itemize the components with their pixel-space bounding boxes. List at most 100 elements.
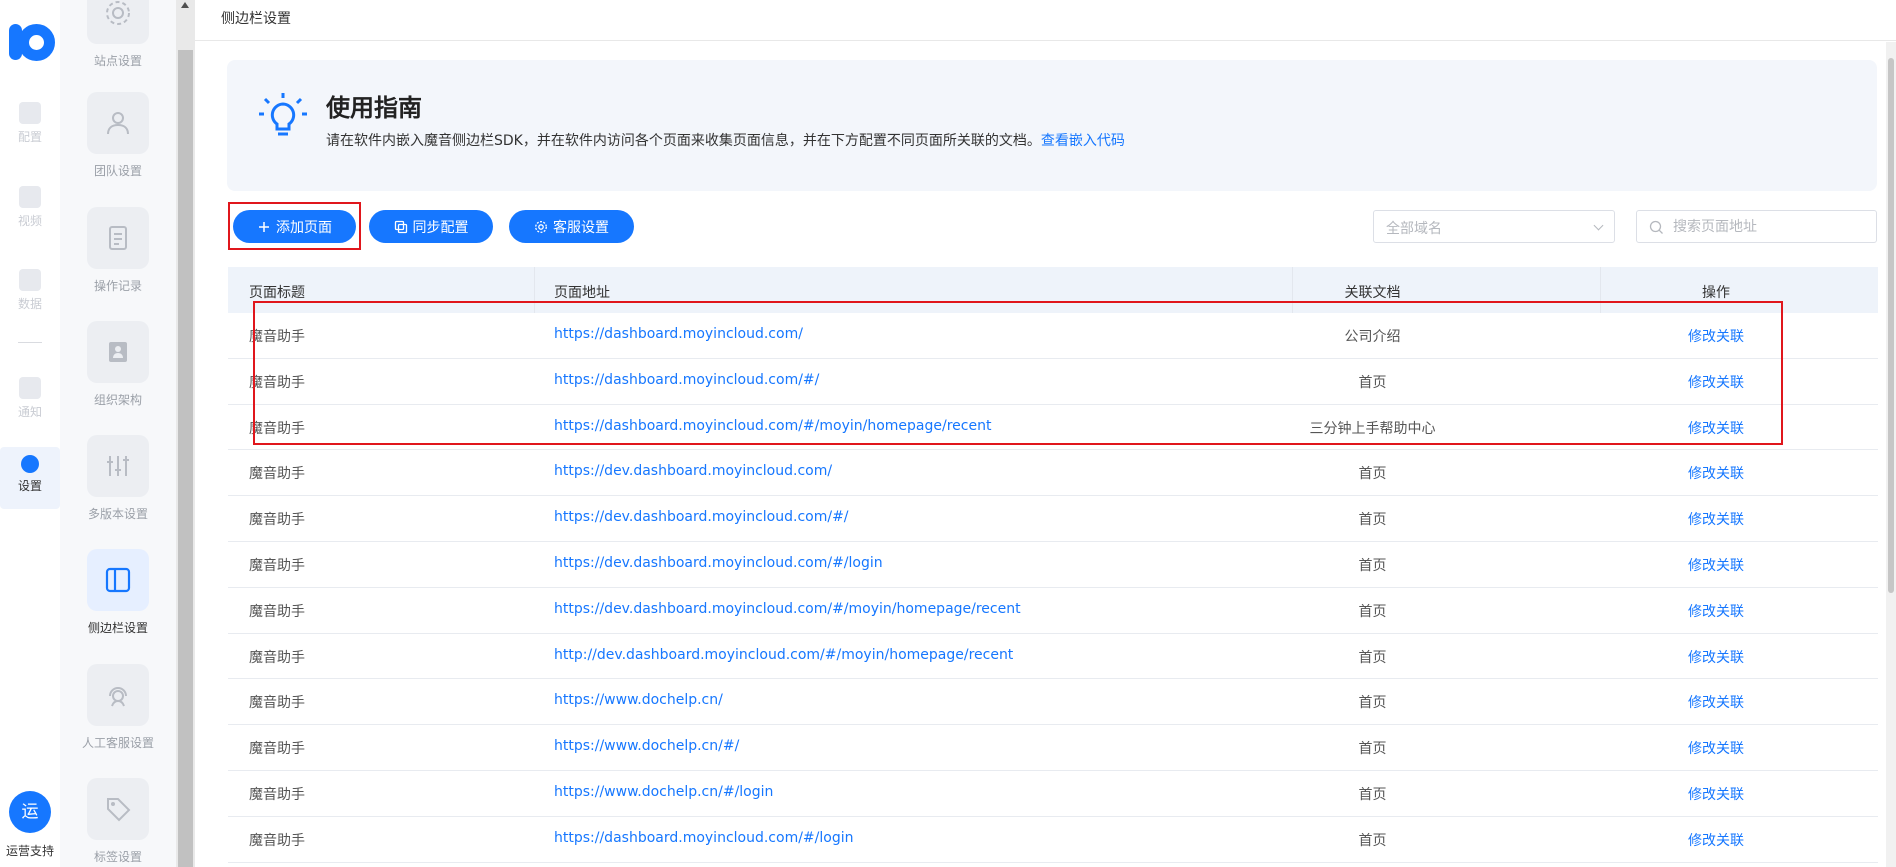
data-icon <box>19 269 41 291</box>
edit-association-link[interactable]: 修改关联 <box>1628 509 1804 529</box>
gear-icon <box>535 220 547 233</box>
view-embed-code-link[interactable]: 查看嵌入代码 <box>1041 133 1125 149</box>
domain-select[interactable]: 全部域名 <box>1373 210 1615 243</box>
rail-item-data[interactable]: 数据 <box>0 265 60 327</box>
submenu-item-org[interactable]: 组织架构 <box>60 321 176 435</box>
table-row: 魔音助手 http://dev.dashboard.moyincloud.com/… <box>228 634 1878 680</box>
lightbulb-icon <box>259 93 307 136</box>
row-linked-doc: 首页 <box>1358 786 1387 803</box>
row-url-link[interactable]: https://dev.dashboard.moyincloud.com/#/ <box>554 509 849 525</box>
row-url-link[interactable]: https://dev.dashboard.moyincloud.com/ <box>554 463 832 479</box>
submenu-item-oplog[interactable]: 操作记录 <box>60 207 176 321</box>
team-icon <box>87 92 149 154</box>
rail-item-label: 数据 <box>17 297 42 311</box>
scroll-up-arrow-icon[interactable] <box>181 2 189 8</box>
ops-icon-text: 运 <box>21 802 39 822</box>
submenu-item-versions[interactable]: 多版本设置 <box>60 435 176 549</box>
submenu-scrollbar-thumb[interactable] <box>178 50 193 867</box>
settings-submenu: 站点设置 团队设置 操作记录 组织架构 多版本设置 侧边栏设置 人工客服设置 标… <box>60 0 176 867</box>
guide-title: 使用指南 <box>326 94 422 122</box>
table-row: 魔音助手 https://www.dochelp.cn/#/ 首页 修改关联 <box>228 725 1878 771</box>
table-row: 魔音助手 https://dev.dashboard.moyincloud.com… <box>228 588 1878 634</box>
submenu-item-label: 组织架构 <box>93 393 142 407</box>
rail-item-settings[interactable]: 设置 <box>0 447 60 509</box>
sidebar-layout-icon <box>87 549 149 611</box>
row-title: 魔音助手 <box>249 466 305 483</box>
row-linked-doc: 首页 <box>1358 741 1387 758</box>
row-linked-doc: 首页 <box>1358 649 1387 666</box>
edit-association-link[interactable]: 修改关联 <box>1628 647 1804 667</box>
guide-description: 请在软件内嵌入魔音侧边栏SDK，并在软件内访问各个页面来收集页面信息，并在下方配… <box>326 130 1125 150</box>
contact-card-icon <box>87 321 149 383</box>
service-settings-button[interactable]: 客服设置 <box>509 210 634 243</box>
edit-association-link[interactable]: 修改关联 <box>1628 784 1804 804</box>
submenu-item-label: 标签设置 <box>93 850 142 864</box>
domain-select-value: 全部域名 <box>1386 221 1442 237</box>
row-url-link[interactable]: https://dev.dashboard.moyincloud.com/#/l… <box>554 555 883 571</box>
customer-service-icon <box>87 664 149 726</box>
row-linked-doc: 首页 <box>1358 695 1387 712</box>
submenu-item-label: 团队设置 <box>93 164 142 178</box>
rail-item-config[interactable]: 配置 <box>0 98 60 160</box>
row-url-link[interactable]: https://www.dochelp.cn/ <box>554 692 723 708</box>
table-row: 魔音助手 https://www.dochelp.cn/首页 修改关联 <box>228 679 1878 726</box>
edit-association-link[interactable]: 修改关联 <box>1628 601 1804 621</box>
table-row: 魔音助手 https://www.dochelp.cn/#/login 首页 修改关联 <box>228 771 1878 817</box>
row-url-link[interactable]: https://dev.dashboard.moyincloud.com/#/m… <box>554 601 1021 617</box>
edit-association-link[interactable]: 修改关联 <box>1628 830 1804 850</box>
submenu-item-site[interactable]: 站点设置 <box>60 0 176 96</box>
search-box <box>1636 210 1877 243</box>
logo-ring <box>18 24 55 61</box>
row-title: 魔音助手 <box>249 557 305 574</box>
rail-item-label: 通知 <box>17 405 42 419</box>
sync-config-button[interactable]: 同步配置 <box>369 210 493 243</box>
submenu-item-label: 操作记录 <box>93 279 142 293</box>
edit-association-link[interactable]: 修改关联 <box>1628 692 1804 712</box>
header-url: 页面地址 <box>554 285 610 301</box>
rail-divider <box>18 342 42 343</box>
header-doc: 关联文档 <box>1344 285 1401 301</box>
gear-icon <box>87 0 149 44</box>
rail-item-video[interactable]: 视频 <box>0 182 60 244</box>
search-input[interactable] <box>1673 216 1868 238</box>
main-content: 侧边栏设置 使用指南 请在软件内嵌入魔音侧边栏SDK，并在软件内访问各个页面来收… <box>195 0 1896 867</box>
row-url-link[interactable]: http://dev.dashboard.moyincloud.com/#/mo… <box>554 647 1013 663</box>
row-url-link[interactable]: https://www.dochelp.cn/#/login <box>554 784 773 800</box>
edit-association-link[interactable]: 修改关联 <box>1628 738 1804 758</box>
submenu-item-label: 多版本设置 <box>87 507 148 521</box>
chevron-down-icon <box>1593 220 1604 231</box>
config-icon <box>19 102 41 124</box>
submenu-item-label: 人工客服设置 <box>81 736 154 750</box>
submenu-item-tags[interactable]: 标签设置 <box>60 778 176 867</box>
submenu-item-team[interactable]: 团队设置 <box>60 92 176 206</box>
document-icon <box>87 207 149 269</box>
row-linked-doc: 首页 <box>1358 603 1387 620</box>
settings-icon <box>21 455 39 473</box>
rail-item-label: 视频 <box>17 214 42 228</box>
submenu-item-service[interactable]: 人工客服设置 <box>60 664 176 778</box>
video-icon <box>19 186 41 208</box>
operations-support-button[interactable]: 运 <box>9 791 51 833</box>
edit-association-link[interactable]: 修改关联 <box>1628 463 1804 483</box>
main-scrollbar-thumb[interactable] <box>1888 58 1894 593</box>
row-title: 魔音助手 <box>249 695 305 712</box>
row-url-link[interactable]: https://www.dochelp.cn/#/ <box>554 738 739 754</box>
highlight-box-add-button <box>228 202 361 250</box>
row-url-link[interactable]: https://dashboard.moyincloud.com/#/login <box>554 830 853 846</box>
table-row: 魔音助手 https://dashboard.moyincloud.com/#/l… <box>228 817 1878 863</box>
rail-item-label: 设置 <box>17 479 42 493</box>
notice-icon <box>19 377 41 399</box>
header-action: 操作 <box>1702 285 1730 301</box>
highlight-box-rows <box>253 301 1783 445</box>
app-logo[interactable] <box>9 22 55 64</box>
copy-icon <box>394 220 407 233</box>
submenu-item-sidebar[interactable]: 侧边栏设置 <box>60 549 176 663</box>
row-title: 魔音助手 <box>249 832 305 849</box>
edit-association-link[interactable]: 修改关联 <box>1628 555 1804 575</box>
row-title: 魔音助手 <box>249 649 305 666</box>
operations-support-label: 运营支持 <box>5 844 54 858</box>
row-linked-doc: 首页 <box>1358 557 1387 574</box>
row-title: 魔音助手 <box>249 786 305 803</box>
rail-item-notice[interactable]: 通知 <box>0 373 60 435</box>
header-title: 页面标题 <box>249 285 305 301</box>
